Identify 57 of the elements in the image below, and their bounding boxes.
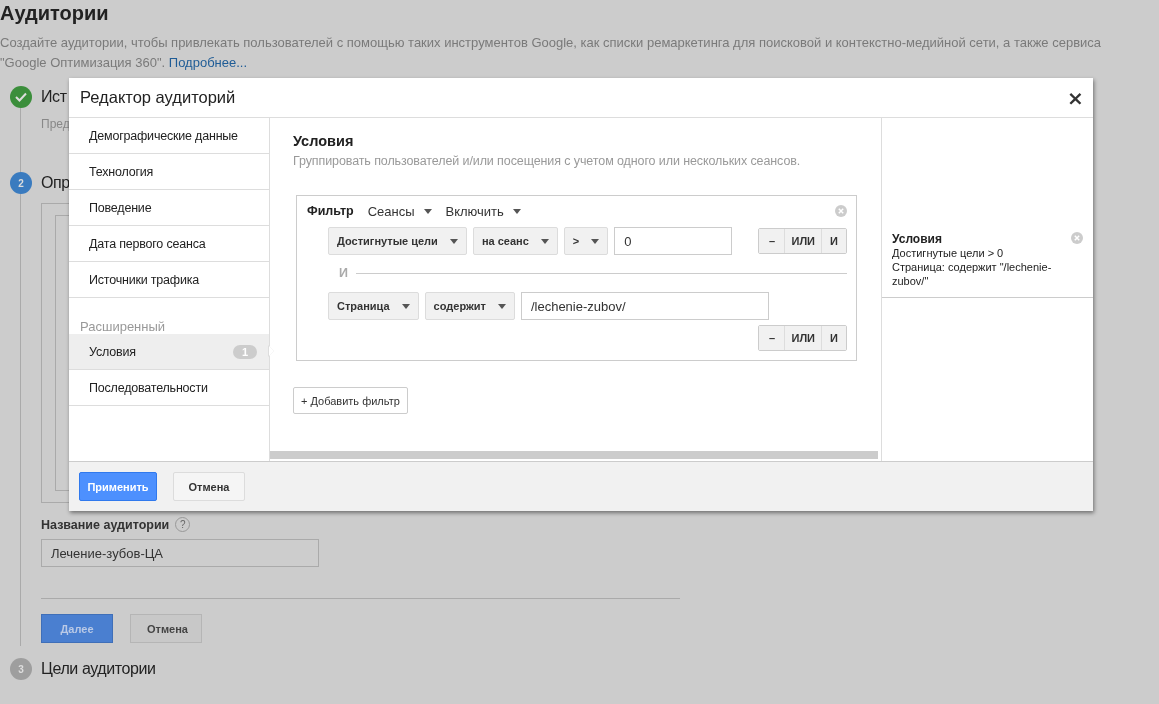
cancel-button[interactable]: Отмена [173, 472, 245, 501]
cancel-button[interactable]: Отмена [130, 614, 202, 643]
caret-icon [591, 238, 600, 244]
caret-icon [497, 303, 506, 309]
filter-dropdown[interactable]: Сеансы [367, 203, 432, 219]
step-title: Цели аудитории [41, 660, 156, 678]
page-title: Аудитории [0, 1, 110, 25]
remove-button[interactable]: – [759, 326, 785, 350]
sidebar-heading: Расширенный [79, 318, 167, 334]
or-button[interactable]: ИЛИ [784, 326, 821, 350]
or-button[interactable]: ИЛИ [784, 229, 821, 253]
sidebar-item-label: Условия [89, 344, 136, 359]
step-title: Опр [41, 174, 70, 192]
condition-dropdown[interactable]: Достигнутые цели [328, 227, 467, 255]
step-pending-badge: 3 [10, 658, 32, 680]
filter-label: Фильтр [307, 204, 354, 218]
caret-icon [540, 238, 549, 244]
dialog-title: Редактор аудиторий [80, 88, 236, 107]
remove-icon[interactable] [835, 205, 847, 217]
condition-dropdown[interactable]: содержит [424, 292, 515, 320]
and-button[interactable]: И [821, 229, 846, 253]
summary-line: Страница: содержит "/lechenie-zubov/" [892, 260, 1053, 288]
page-description: Создайте аудитории, чтобы привлекать пользователей с помощью таких инструментов Google, как списки ремаркетинга для поисковой и контекстно-медийной сети, а также сервиса "Google Оптимизация 360". Подробнее... [0, 34, 1103, 72]
summary-line: Достигнутые цели > 0 [892, 246, 1005, 260]
value-field[interactable]: 0 [614, 227, 733, 255]
summary-title: Условия [892, 232, 942, 246]
scrollbar[interactable] [270, 451, 878, 459]
sidebar-item[interactable]: Источники трафика [69, 262, 269, 298]
caret-icon [449, 238, 458, 244]
close-button[interactable]: × [1067, 88, 1083, 107]
condition-dropdown[interactable]: Страница [328, 292, 419, 320]
section-description: Группировать пользователей и/или посещения с учетом одного или нескольких сеансов. [293, 154, 802, 168]
caret-icon [423, 208, 432, 214]
check-icon [10, 86, 32, 108]
condition-dropdown[interactable]: на сеанс [472, 227, 558, 255]
step-description: Пред [41, 116, 70, 132]
value-field[interactable]: /lechenie-zubov/ [520, 292, 769, 320]
sidebar-item[interactable]: Последовательности [69, 370, 269, 406]
more-link[interactable]: Подробнее... [168, 55, 248, 70]
step-title: Ист [41, 88, 67, 106]
and-button[interactable]: И [821, 326, 846, 350]
section-title: Условия [293, 133, 355, 149]
sidebar-item[interactable]: Технология [69, 154, 269, 190]
step-current-badge: 2 [10, 172, 32, 194]
sidebar-item[interactable]: Дата первого сеанса [69, 226, 269, 262]
filter-dropdown[interactable]: Включить [445, 203, 521, 219]
sidebar-item[interactable]: Поведение [69, 190, 269, 226]
caret-icon [401, 303, 410, 309]
remove-icon[interactable] [1071, 232, 1083, 244]
remove-button[interactable]: – [759, 229, 785, 253]
sidebar-item[interactable]: Демографические данные [69, 118, 269, 154]
and-label: И [339, 266, 348, 280]
name-field[interactable]: Лечение-зубов-ЦА [41, 539, 319, 567]
condition-dropdown[interactable]: > [563, 227, 609, 255]
caret-icon [512, 208, 521, 214]
field-label: Название аудитории [41, 517, 170, 532]
add-filter-button[interactable]: + Добавить фильтр [293, 387, 408, 414]
